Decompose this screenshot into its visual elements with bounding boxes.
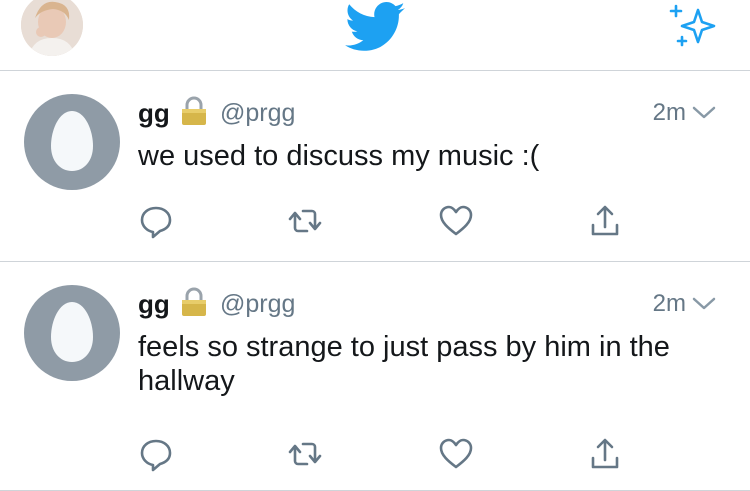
reply-button[interactable] bbox=[136, 201, 176, 241]
egg-icon bbox=[51, 111, 93, 171]
chevron-down-icon[interactable] bbox=[692, 105, 716, 121]
share-button[interactable] bbox=[585, 201, 625, 241]
display-name[interactable]: gg bbox=[138, 98, 170, 128]
timestamp: 2m bbox=[652, 290, 686, 317]
egg-icon bbox=[51, 302, 93, 362]
retweet-icon bbox=[288, 209, 322, 233]
tweet-header: gg @prgg 2m bbox=[138, 96, 718, 130]
profile-photo bbox=[21, 0, 83, 56]
tweet[interactable]: gg @prgg 2m feels so strange to just pas… bbox=[0, 262, 750, 490]
tweet[interactable]: gg @prgg 2m we used to discuss my music … bbox=[0, 71, 750, 261]
tweet-text: feels so strange to just pass by him in … bbox=[138, 331, 670, 397]
share-icon bbox=[591, 438, 619, 469]
timestamp: 2m bbox=[652, 99, 686, 126]
retweet-button[interactable] bbox=[285, 201, 325, 241]
sparkle-icon[interactable] bbox=[668, 2, 718, 48]
retweet-button[interactable] bbox=[285, 434, 325, 474]
lock-icon bbox=[180, 287, 208, 317]
handle[interactable]: @prgg bbox=[220, 98, 295, 128]
profile-avatar[interactable] bbox=[21, 0, 83, 56]
lock-icon bbox=[180, 96, 208, 126]
reply-button[interactable] bbox=[136, 434, 176, 474]
heart-icon bbox=[439, 438, 473, 469]
default-avatar[interactable] bbox=[24, 285, 120, 381]
share-button[interactable] bbox=[585, 434, 625, 474]
handle[interactable]: @prgg bbox=[220, 289, 295, 319]
chevron-down-icon[interactable] bbox=[692, 296, 716, 312]
like-button[interactable] bbox=[436, 434, 476, 474]
share-icon bbox=[591, 205, 619, 236]
reply-icon bbox=[140, 439, 172, 472]
tweet-header: gg @prgg 2m bbox=[138, 287, 718, 321]
heart-icon bbox=[439, 205, 473, 236]
retweet-icon bbox=[288, 442, 322, 466]
default-avatar[interactable] bbox=[24, 94, 120, 190]
like-button[interactable] bbox=[436, 201, 476, 241]
reply-icon bbox=[140, 206, 172, 239]
twitter-bird-icon[interactable] bbox=[344, 2, 406, 52]
tweet-text: we used to discuss my music :( bbox=[138, 140, 540, 172]
display-name[interactable]: gg bbox=[138, 289, 170, 319]
top-navigation-bar bbox=[0, 0, 750, 70]
